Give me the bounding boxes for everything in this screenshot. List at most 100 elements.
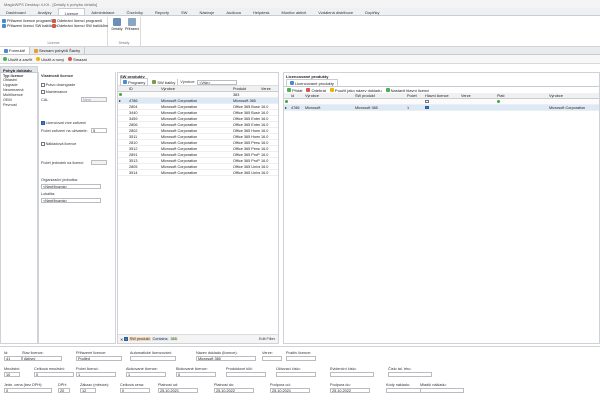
- filter-operator-tag[interactable]: Contains: [151, 337, 169, 341]
- assign-license-packages-button[interactable]: Přiřazení licencí SW balíčkům: [2, 24, 57, 29]
- field-input[interactable]: [388, 371, 432, 377]
- cost-license-checkbox[interactable]: [41, 142, 45, 146]
- save-icon: [3, 57, 7, 61]
- location-select[interactable]: <Nepříbuzná>: [41, 198, 101, 203]
- field-input[interactable]: 12: [80, 387, 96, 393]
- menu-item[interactable]: Monitor aktivit: [276, 8, 313, 15]
- grid-cell: Microsoft Corporation: [161, 128, 198, 133]
- menu-item[interactable]: Reporty: [149, 8, 175, 15]
- form-field: Zákazc (měsíce): 12: [80, 383, 109, 393]
- filter-enabled-checkbox[interactable]: [124, 337, 128, 341]
- field-input[interactable]: 1: [126, 371, 166, 377]
- producer-filter-select[interactable]: <Vše>: [197, 79, 238, 85]
- clear-filter-button[interactable]: ✕: [120, 337, 123, 342]
- field-input[interactable]: 25.10.2021: [158, 387, 198, 393]
- field-input[interactable]: Microsoft 365: [196, 355, 256, 361]
- field-input[interactable]: Aktivní: [22, 355, 62, 361]
- field-input[interactable]: [262, 355, 282, 361]
- field-input[interactable]: 25.10.2022: [330, 387, 370, 393]
- field-input[interactable]: [420, 387, 464, 393]
- field-input[interactable]: 0: [4, 387, 52, 393]
- field-label: Účtovací číslo:: [276, 367, 301, 371]
- field-input[interactable]: Podléd: [76, 355, 122, 361]
- menu-item[interactable]: Licence: [57, 8, 86, 16]
- field-input[interactable]: 25.10.2022: [214, 387, 254, 393]
- menu-item[interactable]: Doplňky: [359, 8, 385, 15]
- menu-item[interactable]: Vzdálená distribuce: [312, 8, 359, 15]
- form-field: Počet licencí: 1: [76, 367, 116, 377]
- field-input[interactable]: 0: [120, 387, 150, 393]
- license-icon: [2, 18, 6, 23]
- menu-item[interactable]: Administrace: [85, 8, 120, 15]
- menu-item[interactable]: Audioca: [220, 8, 246, 15]
- menu-item[interactable]: Dashboard: [0, 8, 32, 15]
- menu-item[interactable]: Nástroje: [193, 8, 220, 15]
- details-icon: [113, 18, 121, 26]
- field-input[interactable]: 10: [4, 371, 20, 377]
- remove-license-packages-button[interactable]: Odebrání licencí SW balíčkům: [52, 24, 108, 29]
- filter-value-tag[interactable]: 365: [169, 337, 178, 341]
- menu-item[interactable]: SW: [175, 8, 193, 15]
- sw-products-panel: SW produkty Programy SW balíky Výrobce: …: [117, 72, 279, 344]
- field-input[interactable]: 1: [76, 371, 116, 377]
- field-input[interactable]: 41: [4, 355, 22, 361]
- tab-sw-packages[interactable]: SW balíky: [150, 79, 179, 85]
- maintenance-option[interactable]: Maintenance: [41, 90, 67, 94]
- grid-cell: 2806: [129, 122, 138, 127]
- field-input[interactable]: 20: [58, 387, 70, 393]
- tab-licensed-products[interactable]: Licencované produkty: [286, 79, 338, 86]
- field-input[interactable]: [286, 355, 316, 361]
- field-input[interactable]: 25.10.2021: [270, 387, 310, 393]
- field-label: Pozitiv licence:: [286, 351, 312, 355]
- cost-license-option[interactable]: Nákladová licence: [41, 142, 76, 146]
- tab-form[interactable]: Formulář: [0, 47, 31, 54]
- grid-cell: Microsoft Corporation: [549, 105, 586, 110]
- save-close-button[interactable]: Uložit a zavřít: [3, 57, 32, 62]
- org-unit-select[interactable]: <Nepříbuzná>: [41, 184, 101, 189]
- tab-programs[interactable]: Programy: [120, 78, 149, 86]
- menu-item[interactable]: Analýzy: [32, 8, 58, 15]
- grid-cell: 16.0: [261, 164, 269, 169]
- downgrade-option[interactable]: Právo downgrade: [41, 83, 75, 87]
- field-input[interactable]: 0: [176, 371, 216, 377]
- set-main-license-button[interactable]: Nastavit hlavní licenci: [385, 88, 429, 93]
- device-count-input[interactable]: 5: [91, 128, 107, 133]
- field-label: Podpora do:: [330, 383, 351, 387]
- details-button[interactable]: Detaily: [110, 18, 124, 31]
- ribbon: Přiřazení licence programů Přiřazení lic…: [0, 16, 600, 47]
- filter-field-tag[interactable]: SW produkt: [128, 337, 151, 341]
- menu-item[interactable]: Číselníky: [121, 8, 149, 15]
- table-row[interactable]: ▸ 4786 Microsoft Microsoft 365 1 Microsoft Co…: [284, 105, 599, 111]
- remove-product-button[interactable]: Odebrat: [306, 88, 326, 93]
- grid-cell: Office 365 Home: [233, 128, 260, 133]
- field-input[interactable]: [130, 355, 176, 361]
- edit-filter-button[interactable]: Edit Filter: [259, 337, 275, 341]
- delete-button[interactable]: Smazat: [68, 57, 87, 62]
- cal-select[interactable]: Není: [81, 97, 107, 102]
- title-icon: [329, 88, 334, 92]
- tab-list[interactable]: Seznam pohybů Šachy: [30, 47, 86, 54]
- use-as-title-button[interactable]: Použít jako název dokladu: [329, 88, 382, 93]
- multi-device-checkbox[interactable]: [41, 121, 45, 125]
- grid-cell: 16.0: [261, 152, 269, 157]
- license-type-item[interactable]: Pevnost: [3, 103, 35, 108]
- add-product-button[interactable]: Přidat: [287, 88, 302, 93]
- grid-cell: ▸: [119, 99, 121, 103]
- menu-item[interactable]: Helpdesk: [247, 8, 276, 15]
- assign-license-programs-button[interactable]: Přiřazení licence programů: [2, 18, 57, 23]
- field-label: DPH:: [58, 383, 68, 387]
- assign-button[interactable]: Přiřazení: [125, 18, 139, 31]
- column-header: ID: [129, 86, 133, 91]
- field-input[interactable]: 0: [34, 371, 74, 377]
- downgrade-checkbox[interactable]: [41, 83, 45, 87]
- field-input[interactable]: [276, 371, 316, 377]
- remove-license-programs-button[interactable]: Odebrání licencí programů: [52, 18, 108, 23]
- table-row[interactable]: 3514 Microsoft Corporation Office 365 Univ…: [118, 170, 278, 176]
- field-input[interactable]: [330, 371, 374, 377]
- field-label: Id:: [4, 351, 9, 355]
- units-input[interactable]: [91, 160, 107, 165]
- maintenance-checkbox[interactable]: [41, 90, 45, 94]
- multi-device-option[interactable]: Licencovat více zařízení: [41, 121, 86, 125]
- save-new-button[interactable]: Uložit a nový: [36, 57, 64, 62]
- field-input[interactable]: [226, 371, 266, 377]
